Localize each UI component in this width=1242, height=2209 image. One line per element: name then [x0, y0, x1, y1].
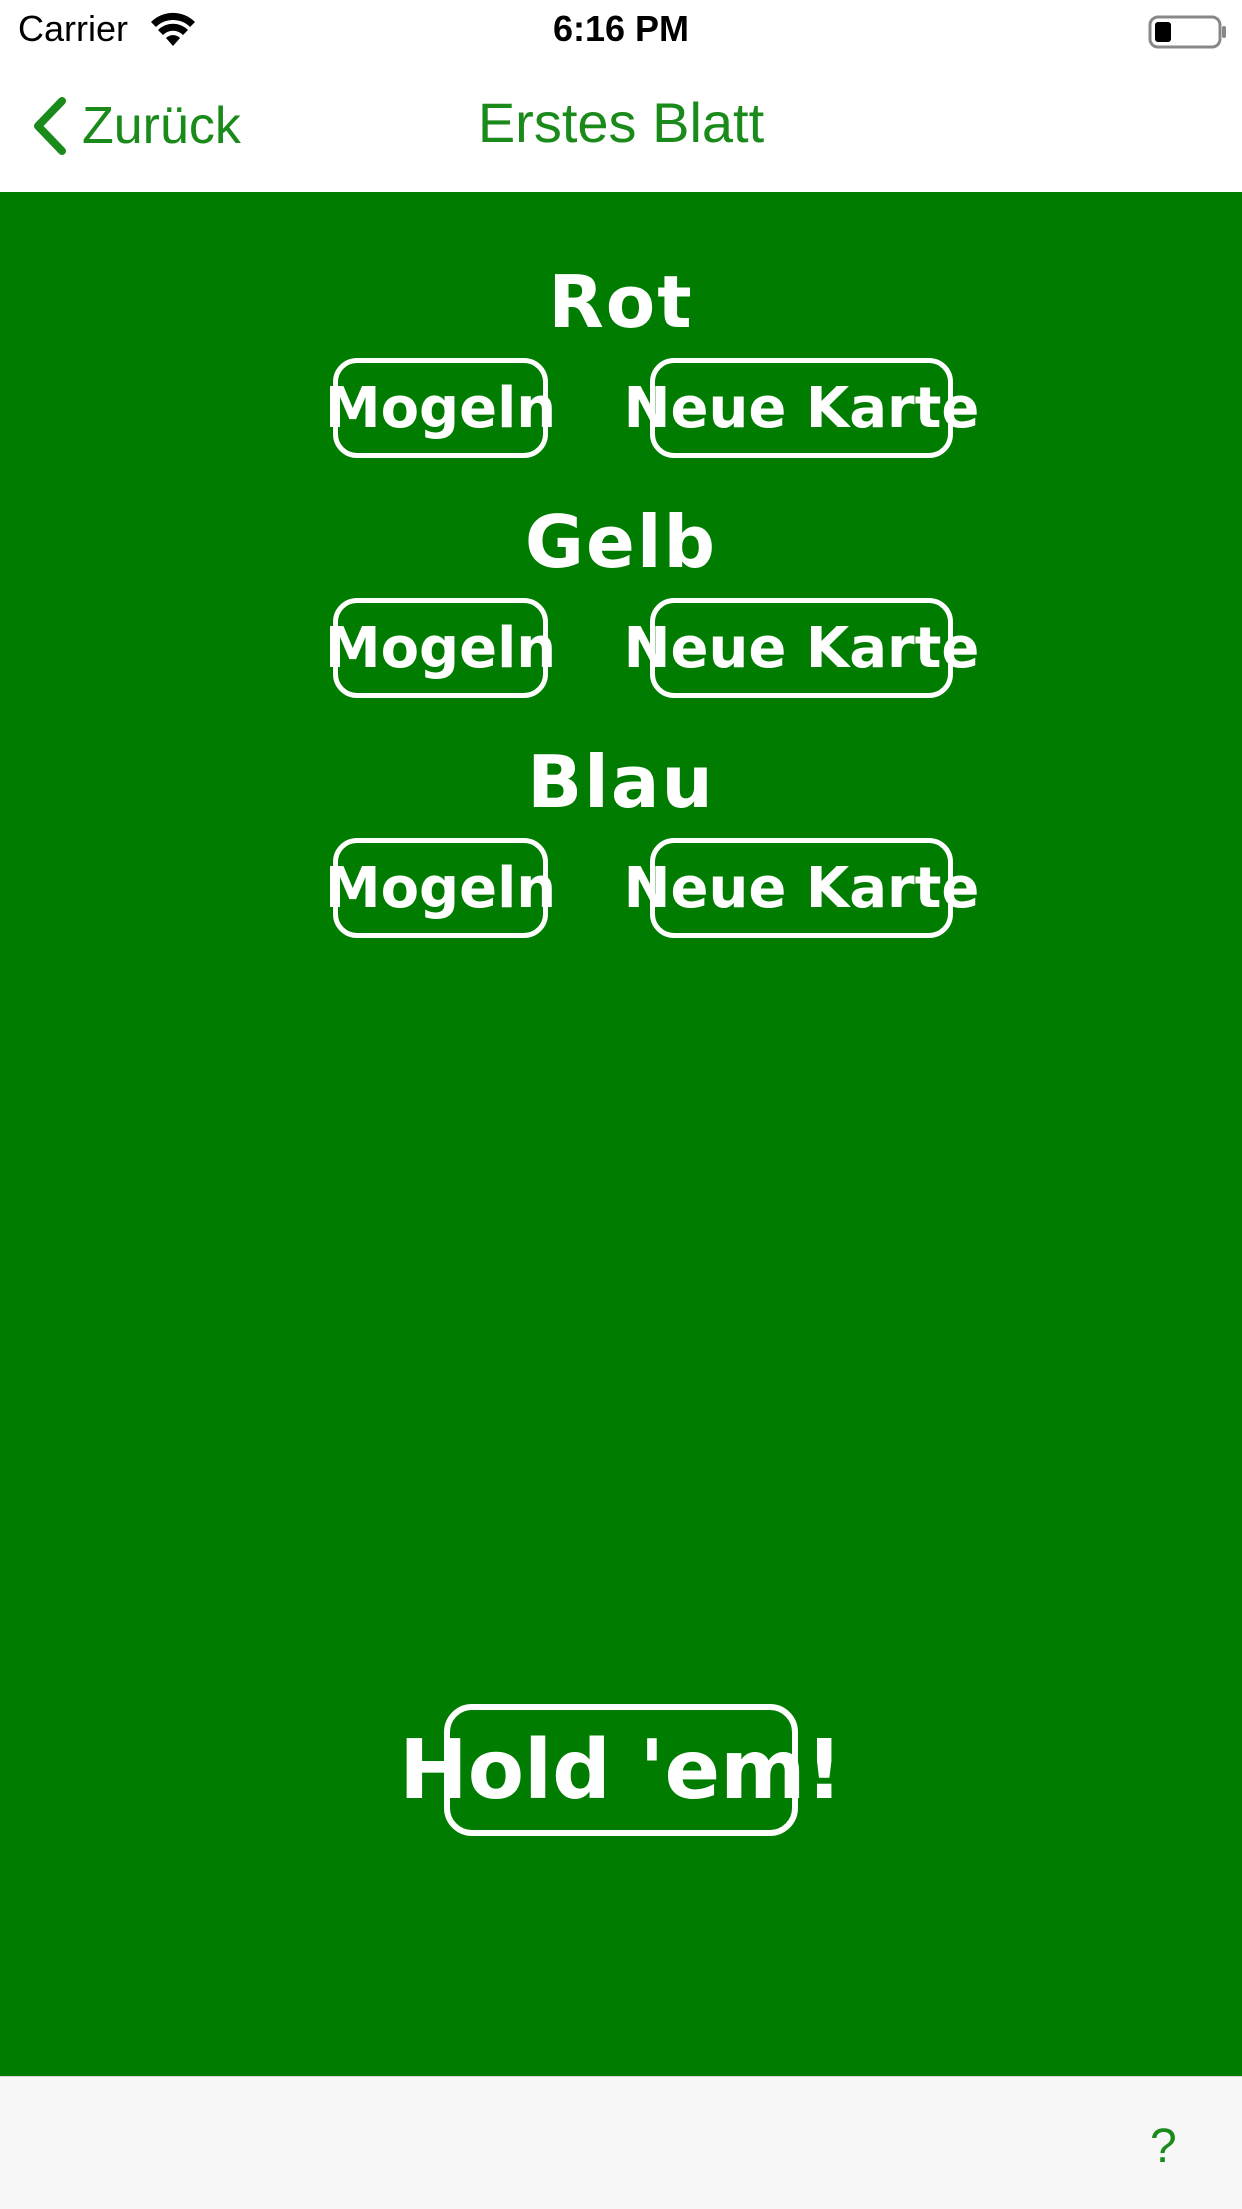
section-label-gelb: Gelb: [524, 500, 718, 584]
battery-low-icon: [1148, 15, 1226, 49]
help-button[interactable]: ?: [1150, 2119, 1177, 2174]
new-card-button-blau[interactable]: Neue Karte: [624, 838, 979, 938]
status-time: 6:16 PM: [552, 8, 690, 49]
navigation-bar: Zurück Erstes Blatt: [0, 60, 1242, 192]
section-label-rot: Rot: [548, 260, 694, 344]
hold-em-button[interactable]: Hold 'em!: [399, 1704, 843, 1836]
page-title: Erstes Blatt: [477, 91, 765, 154]
new-card-button-gelb[interactable]: Neue Karte: [624, 598, 979, 698]
cheat-button-gelb[interactable]: Mogeln: [325, 598, 556, 698]
section-label-blau: Blau: [527, 740, 715, 824]
bottom-toolbar: ?: [0, 2076, 1242, 2209]
cheat-button-rot[interactable]: Mogeln: [325, 358, 556, 458]
cheat-button-blau[interactable]: Mogeln: [325, 838, 556, 938]
status-bar: Carrier 6:16 PM: [0, 0, 1242, 60]
new-card-button-rot[interactable]: Neue Karte: [624, 358, 979, 458]
